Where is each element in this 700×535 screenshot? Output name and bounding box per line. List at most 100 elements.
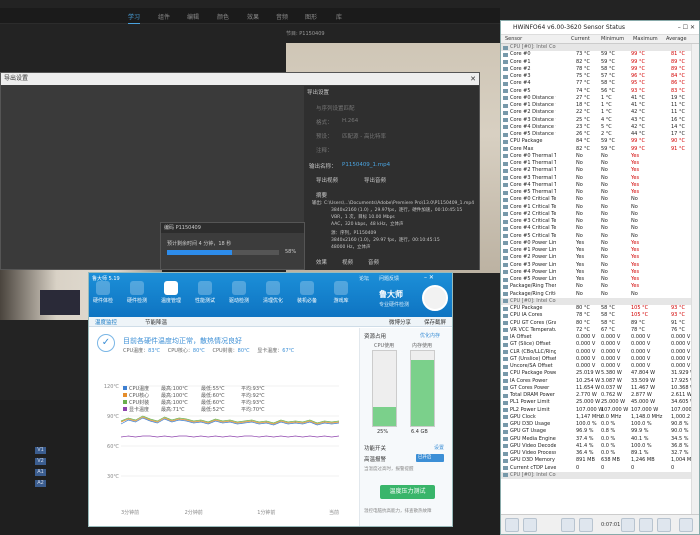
sensor-row[interactable]: Core #0 Power Lim... Yes No Yes — [501, 240, 691, 247]
sensor-row[interactable]: GPU Media Engine ... 37.4 % 0.0 % 40.1 % 34.… — [501, 436, 691, 443]
menu-audio[interactable]: 音频 — [276, 12, 288, 21]
save-screenshot-link[interactable]: 保存截屏 — [424, 318, 446, 326]
program-tab[interactable]: 节目: P1150409 — [286, 30, 325, 37]
track-a1[interactable]: A1 — [35, 469, 46, 476]
avatar[interactable] — [422, 285, 448, 311]
layout-icon[interactable] — [579, 518, 593, 532]
export-audio-checkbox[interactable]: 导出音频 — [364, 176, 386, 184]
close-icon[interactable]: ✕ — [470, 73, 476, 85]
match-sequence-checkbox[interactable]: 与序列设置匹配 — [316, 104, 355, 112]
hwinfo-scrollbar[interactable] — [691, 44, 699, 514]
sensor-row[interactable]: Core #3 75 °C 57 °C 96 °C 84 °C — [501, 73, 691, 80]
tab-temp-monitor[interactable]: 温度监控 — [95, 318, 117, 326]
sensor-row[interactable]: CPU Package 80 °C 58 °C 105 °C 93 °C — [501, 305, 691, 312]
sensor-row[interactable]: Core #1 Thermal T... No No Yes — [501, 160, 691, 167]
back-icon[interactable] — [505, 518, 519, 532]
close-icon[interactable] — [679, 518, 693, 532]
sensor-row[interactable]: Current cTDP Level 0 0 0 0 — [501, 465, 691, 472]
settings-icon[interactable] — [657, 518, 671, 532]
sensor-row[interactable]: Core #0 Distance t... 27 °C 1 °C 41 °C 19 °C — [501, 95, 691, 102]
track-v1[interactable]: V1 — [35, 447, 46, 454]
menu-learn[interactable]: 学习 — [128, 12, 141, 24]
optimize-memory-link[interactable]: 优化内存 — [420, 332, 440, 339]
sensor-group-row[interactable]: CPU [#0]: Intel Cor... — [501, 297, 691, 305]
col-current[interactable]: Current — [571, 36, 590, 42]
export-video-checkbox[interactable]: 导出视频 — [316, 176, 338, 184]
sensor-row[interactable]: GT (Unslice) Offset 0.000 V 0.000 V 0.000 V… — [501, 356, 691, 363]
window-controls-icons[interactable]: – ☐ ✕ — [678, 21, 695, 35]
sensor-row[interactable]: GT Cores Power 11.654 W 0.037 W 11.467 W 10.… — [501, 385, 691, 392]
format-select[interactable]: H.264 — [342, 118, 358, 124]
sensor-row[interactable]: Core #1 Power Lim... Yes No Yes — [501, 247, 691, 254]
sensor-row[interactable]: Core #2 Critical Te... No No No — [501, 211, 691, 218]
feedback-link[interactable]: 问题反馈 — [379, 275, 399, 282]
sensor-row[interactable]: PL1 Power Limit 25.000 W 25.000 W 45.000 W 3… — [501, 399, 691, 406]
stress-test-button[interactable]: 温度压力测试 — [380, 485, 435, 499]
clock-icon[interactable] — [621, 518, 635, 532]
nav-essentials[interactable]: 装机必备 — [295, 281, 319, 304]
tab-effects[interactable]: 效果 — [316, 258, 327, 266]
sensor-row[interactable]: Core #3 Critical Te... No No No — [501, 218, 691, 225]
forum-link[interactable]: 论坛 — [359, 275, 369, 282]
forward-icon[interactable] — [523, 518, 537, 532]
output-name-link[interactable]: P1150409_1.mp4 — [342, 162, 390, 168]
menu-effects[interactable]: 效果 — [247, 12, 259, 21]
sensor-row[interactable]: Core #4 77 °C 58 °C 95 °C 86 °C — [501, 80, 691, 87]
sensor-row[interactable]: Uncore/SA Offset 0.000 V 0.000 V 0.000 V 0.0… — [501, 363, 691, 370]
tab-video[interactable]: 视频 — [342, 258, 353, 266]
sensor-row[interactable]: Core #4 Thermal T... No No Yes — [501, 182, 691, 189]
sensor-row[interactable]: Core #2 Distance t... 22 °C 1 °C 42 °C 11 °C — [501, 109, 691, 116]
sensor-row[interactable]: Core #5 Thermal T... No No Yes — [501, 189, 691, 196]
sensor-row[interactable]: GPU D3D Memory D... 891 MB 638 MB 1,246 MB 1… — [501, 457, 691, 464]
sensor-row[interactable]: CPU GT Cores (Gra... 80 °C 58 °C 89 °C 91 °C — [501, 320, 691, 327]
nav-cleanup[interactable]: 清理优化 — [261, 281, 285, 304]
settings-link[interactable]: 设置 — [434, 444, 444, 451]
nav-driver[interactable]: 驱动检测 — [227, 281, 251, 304]
sensor-row[interactable]: GPU Clock 1,147 MHz 0.0 MHz 1,148.0 MHz 1,00… — [501, 414, 691, 421]
nav-health-check[interactable]: 硬件体检 — [91, 281, 115, 304]
menu-editing[interactable]: 编辑 — [187, 12, 199, 21]
sensor-row[interactable]: Core #5 Power Lim... Yes No Yes — [501, 276, 691, 283]
nav-performance[interactable]: 性能测试 — [193, 281, 217, 304]
nav-temperature[interactable]: 温度管理 — [159, 281, 183, 304]
sensor-row[interactable]: CPU IA Cores 78 °C 58 °C 105 °C 93 °C — [501, 312, 691, 319]
sensor-row[interactable]: Core #1 82 °C 59 °C 99 °C 89 °C — [501, 59, 691, 66]
sensor-row[interactable]: IA Cores Power 10.254 W 3.087 W 33.509 W 17.… — [501, 378, 691, 385]
report-icon[interactable] — [639, 518, 653, 532]
menu-assembly[interactable]: 组件 — [158, 12, 170, 21]
sensor-row[interactable]: PL2 Power Limit 107.000 W 107.000 W 107.000… — [501, 407, 691, 414]
sensor-row[interactable]: GPU GT Usage 96.9 % 0.8 % 99.9 % 90.0 % — [501, 428, 691, 435]
sensor-row[interactable]: Core #5 Critical Te... No No No — [501, 233, 691, 240]
sensor-row[interactable]: Core #4 Critical Te... No No No — [501, 225, 691, 232]
sensor-row[interactable]: Core #2 78 °C 58 °C 99 °C 89 °C — [501, 66, 691, 73]
sensor-row[interactable]: Core #5 74 °C 56 °C 93 °C 83 °C — [501, 88, 691, 95]
sensor-row[interactable]: IA Offset 0.000 V 0.000 V 0.000 V 0.000 V — [501, 334, 691, 341]
sensor-row[interactable]: Core #0 Critical Te... No No No — [501, 196, 691, 203]
sensor-row[interactable]: Core #2 Power Lim... Yes No Yes — [501, 254, 691, 261]
tab-energy-save[interactable]: 节能降温 — [145, 318, 167, 326]
track-v2[interactable]: V2 — [35, 458, 46, 465]
nav-games[interactable]: 游戏库 — [329, 281, 353, 304]
col-average[interactable]: Average — [666, 36, 687, 42]
sensor-row[interactable]: GT (Slice) Offset 0.000 V 0.000 V 0.000 V 0.… — [501, 341, 691, 348]
sensor-row[interactable]: Total DRAM Power 2.770 W 0.762 W 2.877 W 2.6… — [501, 392, 691, 399]
menu-graphics[interactable]: 图形 — [305, 12, 317, 21]
sensor-row[interactable]: Core #1 Distance t... 18 °C 1 °C 41 °C 11 °C — [501, 102, 691, 109]
sensor-row[interactable]: Package/Ring Critic... No No No — [501, 291, 691, 298]
alarm-toggle[interactable]: 已开启 — [416, 454, 444, 462]
sensor-row[interactable]: Core #3 Thermal T... No No Yes — [501, 175, 691, 182]
sensor-group-row[interactable]: CPU [#0]: Intel Cor... — [501, 471, 691, 479]
sensor-row[interactable]: VR VCC Temperatur... 72 °C 67 °C 78 °C 76 °C — [501, 327, 691, 334]
sensor-row[interactable]: Core #0 73 °C 59 °C 99 °C 81 °C — [501, 51, 691, 58]
sensor-row[interactable]: Core #4 Distance t... 23 °C 5 °C 42 °C 14 °C — [501, 124, 691, 131]
sensor-row[interactable]: Core #5 Distance t... 26 °C 2 °C 44 °C 17 °C — [501, 131, 691, 138]
minimize-close-icons[interactable]: – ✕ — [424, 274, 434, 281]
col-maximum[interactable]: Maximum — [633, 36, 658, 42]
sensor-row[interactable]: GPU D3D Usage 100.0 % 0.0 % 100.0 % 90.8 % — [501, 421, 691, 428]
sensor-row[interactable]: GPU Video Process... 36.4 % 0.0 % 89.1 % 32.… — [501, 450, 691, 457]
menu-library[interactable]: 库 — [336, 12, 342, 21]
sensor-row[interactable]: Core Max 82 °C 59 °C 99 °C 91 °C — [501, 146, 691, 153]
track-a2[interactable]: A2 — [35, 480, 46, 487]
col-sensor[interactable]: Sensor — [505, 36, 522, 42]
tab-audio[interactable]: 音频 — [368, 258, 379, 266]
